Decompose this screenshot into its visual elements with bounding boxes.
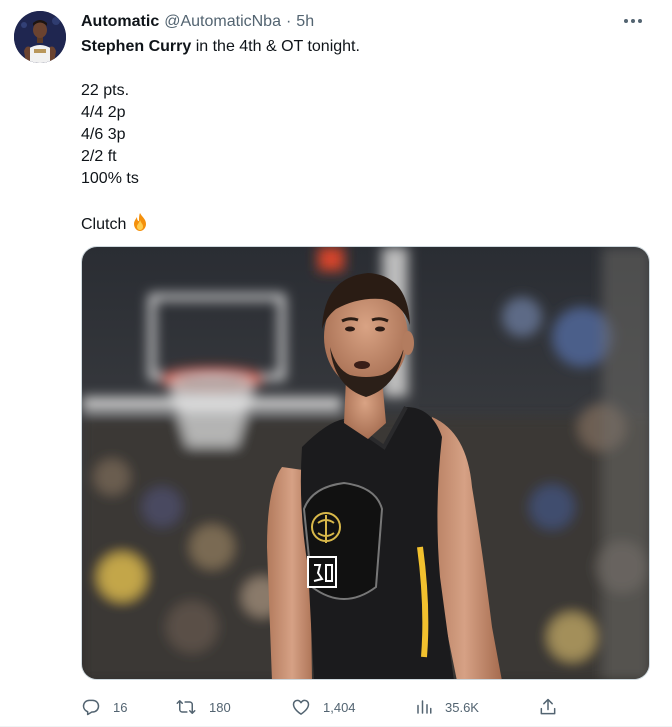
stat-line: 22 pts.	[81, 82, 130, 99]
like-count: 1,404	[323, 699, 356, 715]
more-options-button[interactable]	[616, 10, 650, 32]
share-button[interactable]	[538, 692, 558, 722]
tweet-header: Automatic @AutomaticNba · 5h	[81, 11, 314, 33]
views-count: 35.6K	[445, 699, 479, 715]
stat-line: 4/4 2p	[81, 104, 126, 121]
reply-icon	[82, 699, 100, 716]
share-icon	[540, 698, 556, 715]
timestamp[interactable]: 5h	[296, 13, 314, 31]
player-photo	[82, 247, 649, 679]
reply-button[interactable]: 16	[81, 692, 127, 722]
mention-player: Stephen Curry	[81, 38, 192, 55]
retweet-button[interactable]: 180	[175, 692, 231, 722]
views-button[interactable]: 35.6K	[415, 692, 479, 722]
views-chart-icon	[417, 700, 432, 714]
separator-dot: ·	[285, 13, 292, 30]
tweet[interactable]: Automatic @AutomaticNba · 5h Stephen Cur…	[0, 0, 672, 727]
fire-icon	[130, 212, 150, 239]
like-button[interactable]: 1,404	[291, 692, 356, 722]
closing-line: Clutch	[81, 212, 641, 239]
heart-icon	[292, 699, 310, 715]
retweet-count: 180	[209, 699, 231, 715]
tweet-line-1: Stephen Curry in the 4th & OT tonight.	[81, 36, 641, 58]
tweet-line-1-rest: in the 4th & OT tonight.	[191, 38, 360, 55]
tweet-media-photo[interactable]	[81, 246, 650, 680]
closing-text: Clutch	[81, 216, 127, 233]
avatar[interactable]	[14, 11, 66, 63]
tweet-text: Stephen Curry in the 4th & OT tonight. 2…	[81, 36, 641, 239]
avatar-image	[14, 11, 66, 63]
more-horizontal-icon	[624, 19, 642, 23]
user-handle[interactable]: @AutomaticNba	[164, 13, 281, 31]
retweet-icon	[176, 700, 196, 714]
reply-count: 16	[113, 699, 128, 715]
stat-line: 2/2 ft	[81, 148, 117, 165]
tweet-action-bar: 16 180 1,404 35.6K	[81, 692, 561, 722]
stat-line: 4/6 3p	[81, 126, 126, 143]
display-name[interactable]: Automatic	[81, 13, 159, 31]
stat-line: 100% ts	[81, 170, 139, 187]
